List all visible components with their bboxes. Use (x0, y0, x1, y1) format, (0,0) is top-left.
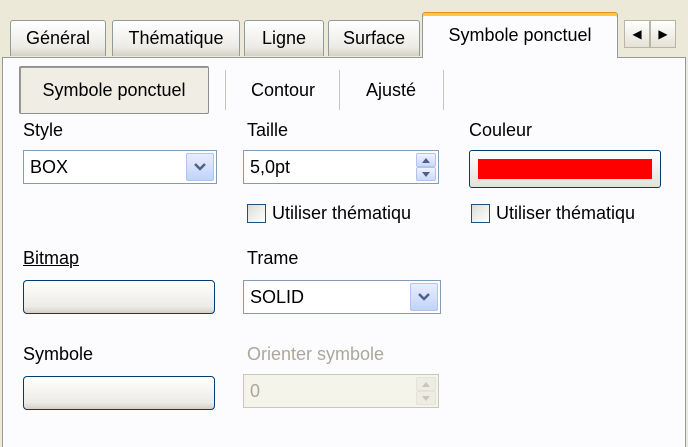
tab-scroll-left-icon[interactable]: ◀ (624, 20, 650, 48)
symbole-label: Symbole (23, 344, 94, 364)
subtab-contour[interactable]: Contour (227, 66, 339, 114)
tab-scroll-right-icon[interactable]: ▶ (650, 20, 676, 48)
orienter-symbole-spinner: 0 (243, 374, 439, 408)
trame-value: SOLID (250, 287, 305, 307)
orienter-symbole-value: 0 (250, 381, 261, 401)
subtab-divider (443, 70, 444, 110)
tab-scroll-buttons: ◀ ▶ (624, 20, 676, 48)
taille-spinner[interactable]: 5,0pt (243, 150, 439, 184)
spin-up-icon[interactable] (416, 153, 436, 167)
chevron-down-icon[interactable] (186, 153, 214, 181)
tab-thematique[interactable]: Thématique (112, 20, 240, 56)
subtab-ajuste[interactable]: Ajusté (341, 66, 441, 114)
chevron-down-icon[interactable] (410, 283, 438, 311)
bitmap-button[interactable] (23, 280, 215, 314)
tab-surface[interactable]: Surface (328, 20, 420, 56)
couleur-thematic-checkbox[interactable]: Utiliser thématiqu (471, 203, 635, 224)
couleur-label: Couleur (469, 120, 533, 140)
trame-label: Trame (247, 248, 299, 268)
subtab-symbole-ponctuel[interactable]: Symbole ponctuel (19, 66, 209, 114)
bitmap-label: Bitmap (23, 248, 80, 268)
style-label: Style (23, 120, 64, 140)
properties-panel: Symbole ponctuel Contour Ajusté Style BO… (2, 57, 686, 447)
taille-label: Taille (247, 120, 289, 140)
tab-symbole-ponctuel[interactable]: Symbole ponctuel (422, 12, 618, 58)
couleur-thematic-label: Utiliser thématiqu (496, 203, 636, 223)
taille-thematic-label: Utiliser thématiqu (272, 203, 412, 223)
couleur-button[interactable] (469, 150, 661, 188)
tab-ligne[interactable]: Ligne (244, 20, 324, 56)
spin-down-icon (416, 391, 436, 405)
color-swatch (478, 159, 652, 179)
style-value: BOX (30, 157, 69, 177)
trame-select[interactable]: SOLID (243, 280, 441, 314)
spin-down-icon[interactable] (416, 167, 436, 181)
subtab-divider (339, 70, 340, 110)
style-select[interactable]: BOX (23, 150, 217, 184)
subtab-divider (225, 70, 226, 110)
checkbox-box[interactable] (471, 204, 490, 223)
taille-value: 5,0pt (250, 157, 291, 177)
orienter-symbole-label: Orienter symbole (247, 344, 385, 364)
taille-thematic-checkbox[interactable]: Utiliser thématiqu (247, 203, 411, 224)
checkbox-box[interactable] (247, 204, 266, 223)
symbole-button[interactable] (23, 376, 215, 410)
tab-strip: Général Thématique Ligne Surface Symbole… (0, 0, 688, 58)
tab-general[interactable]: Général (10, 20, 106, 56)
spin-up-icon (416, 377, 436, 391)
